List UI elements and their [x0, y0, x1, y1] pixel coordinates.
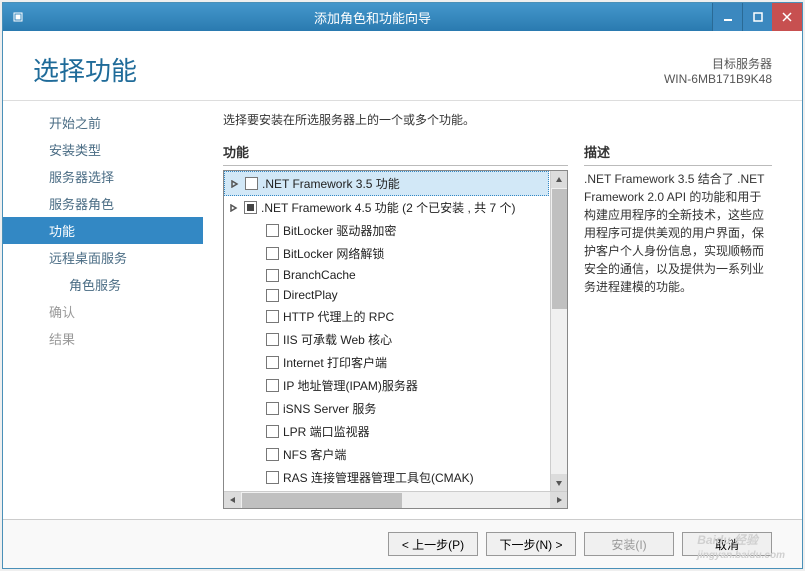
feature-label: BitLocker 网络解锁	[283, 245, 384, 262]
feature-checkbox[interactable]	[266, 333, 279, 346]
scroll-down-button[interactable]	[551, 474, 567, 491]
feature-label: HTTP 代理上的 RPC	[283, 308, 394, 325]
window-title: 添加角色和功能向导	[33, 8, 712, 27]
instruction-text: 选择要安装在所选服务器上的一个或多个功能。	[223, 111, 772, 128]
description-panel-title: 描述	[584, 142, 772, 166]
feature-item-7[interactable]: IIS 可承载 Web 核心	[224, 328, 549, 351]
description-text: .NET Framework 3.5 结合了 .NET Framework 2.…	[584, 170, 772, 296]
feature-item-13[interactable]: RAS 连接管理器管理工具包(CMAK)	[224, 466, 549, 489]
features-tree: .NET Framework 3.5 功能 .NET Framework 4.5 …	[223, 170, 568, 509]
expand-icon[interactable]	[229, 178, 241, 190]
feature-checkbox[interactable]	[266, 310, 279, 323]
scroll-left-button[interactable]	[224, 492, 241, 508]
feature-checkbox[interactable]	[266, 448, 279, 461]
target-server-info: 目标服务器 WIN-6MB171B9K48	[664, 57, 772, 88]
expand-spacer	[228, 380, 240, 392]
expand-spacer	[228, 311, 240, 323]
sidebar-item-0[interactable]: 开始之前	[3, 109, 203, 136]
feature-label: BranchCache	[283, 268, 356, 282]
expand-spacer	[228, 248, 240, 260]
feature-checkbox[interactable]	[245, 177, 258, 190]
sidebar-item-5[interactable]: 远程桌面服务	[3, 244, 203, 271]
install-button[interactable]: 安装(I)	[584, 532, 674, 556]
cancel-button[interactable]: 取消	[682, 532, 772, 556]
feature-checkbox[interactable]	[266, 269, 279, 282]
wizard-window: 添加角色和功能向导 选择功能 目标服务器 WIN-6MB171B9K48 开始之…	[2, 2, 803, 569]
expand-spacer	[228, 449, 240, 461]
wizard-footer: < 上一步(P) 下一步(N) > 安装(I) 取消	[3, 519, 802, 568]
feature-label: .NET Framework 4.5 功能 (2 个已安装 , 共 7 个)	[261, 199, 516, 216]
close-button[interactable]	[772, 3, 802, 31]
feature-label: DirectPlay	[283, 288, 338, 302]
expand-spacer	[228, 289, 240, 301]
horizontal-scrollbar[interactable]	[224, 491, 567, 508]
next-button[interactable]: 下一步(N) >	[486, 532, 576, 556]
sidebar-item-1[interactable]: 安装类型	[3, 136, 203, 163]
feature-item-4[interactable]: BranchCache	[224, 265, 549, 285]
expand-spacer	[228, 225, 240, 237]
feature-label: RAS 连接管理器管理工具包(CMAK)	[283, 469, 474, 486]
page-title: 选择功能	[33, 51, 137, 88]
feature-checkbox[interactable]	[266, 247, 279, 260]
feature-checkbox[interactable]	[266, 289, 279, 302]
feature-item-12[interactable]: NFS 客户端	[224, 443, 549, 466]
feature-checkbox[interactable]	[244, 201, 257, 214]
expand-spacer	[228, 472, 240, 484]
feature-label: IP 地址管理(IPAM)服务器	[283, 377, 418, 394]
sidebar-item-7: 确认	[3, 298, 203, 325]
feature-checkbox[interactable]	[266, 224, 279, 237]
target-server-label: 目标服务器	[664, 57, 772, 73]
feature-label: .NET Framework 3.5 功能	[262, 175, 400, 192]
wizard-header: 选择功能 目标服务器 WIN-6MB171B9K48	[3, 31, 802, 101]
feature-checkbox[interactable]	[266, 356, 279, 369]
feature-label: LPR 端口监视器	[283, 423, 370, 440]
expand-spacer	[228, 403, 240, 415]
minimize-button[interactable]	[712, 3, 742, 31]
sidebar-item-3[interactable]: 服务器角色	[3, 190, 203, 217]
feature-item-5[interactable]: DirectPlay	[224, 285, 549, 305]
feature-label: NFS 客户端	[283, 446, 346, 463]
feature-item-8[interactable]: Internet 打印客户端	[224, 351, 549, 374]
feature-item-0[interactable]: .NET Framework 3.5 功能	[224, 171, 549, 196]
maximize-button[interactable]	[742, 3, 772, 31]
hscroll-thumb[interactable]	[242, 493, 402, 508]
feature-item-10[interactable]: iSNS Server 服务	[224, 397, 549, 420]
feature-item-6[interactable]: HTTP 代理上的 RPC	[224, 305, 549, 328]
feature-label: Internet 打印客户端	[283, 354, 387, 371]
scroll-thumb[interactable]	[552, 189, 567, 309]
feature-checkbox[interactable]	[266, 402, 279, 415]
expand-spacer	[228, 269, 240, 281]
expand-spacer	[228, 334, 240, 346]
target-server-value: WIN-6MB171B9K48	[664, 72, 772, 88]
feature-checkbox[interactable]	[266, 471, 279, 484]
expand-icon[interactable]	[228, 202, 240, 214]
feature-label: IIS 可承载 Web 核心	[283, 331, 392, 348]
expand-spacer	[228, 357, 240, 369]
feature-item-11[interactable]: LPR 端口监视器	[224, 420, 549, 443]
feature-label: iSNS Server 服务	[283, 400, 376, 417]
feature-checkbox[interactable]	[266, 425, 279, 438]
feature-item-3[interactable]: BitLocker 网络解锁	[224, 242, 549, 265]
feature-checkbox[interactable]	[266, 379, 279, 392]
sidebar-item-8: 结果	[3, 325, 203, 352]
scroll-right-button[interactable]	[550, 492, 567, 508]
wizard-nav-sidebar: 开始之前安装类型服务器选择服务器角色功能远程桌面服务角色服务确认结果	[3, 101, 203, 519]
features-panel-title: 功能	[223, 142, 568, 166]
previous-button[interactable]: < 上一步(P)	[388, 532, 478, 556]
sidebar-item-6[interactable]: 角色服务	[3, 271, 203, 298]
feature-label: BitLocker 驱动器加密	[283, 222, 396, 239]
sidebar-item-4[interactable]: 功能	[3, 217, 203, 244]
vertical-scrollbar[interactable]	[550, 171, 567, 491]
sidebar-item-2[interactable]: 服务器选择	[3, 163, 203, 190]
app-icon	[3, 12, 33, 22]
expand-spacer	[228, 426, 240, 438]
feature-item-2[interactable]: BitLocker 驱动器加密	[224, 219, 549, 242]
titlebar: 添加角色和功能向导	[3, 3, 802, 31]
feature-item-9[interactable]: IP 地址管理(IPAM)服务器	[224, 374, 549, 397]
feature-item-1[interactable]: .NET Framework 4.5 功能 (2 个已安装 , 共 7 个)	[224, 196, 549, 219]
scroll-up-button[interactable]	[551, 171, 567, 188]
